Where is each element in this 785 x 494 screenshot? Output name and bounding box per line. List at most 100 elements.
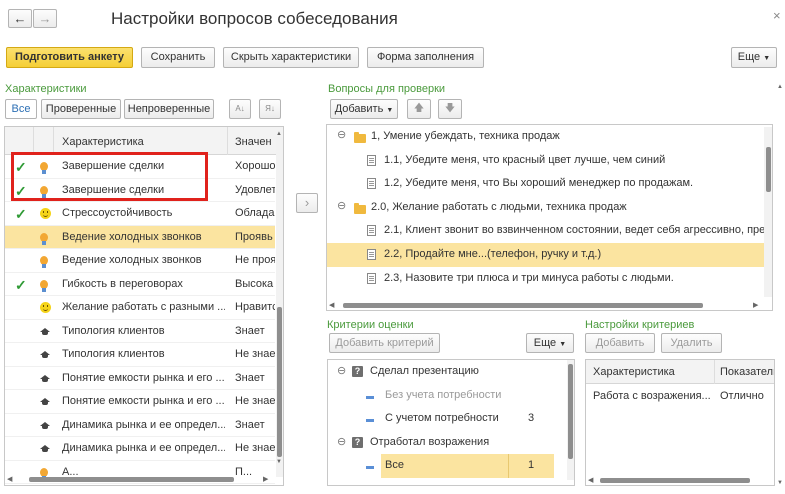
question-text: 1.1, Убедите меня, что красный цвет лучш… (384, 153, 666, 166)
column-header-characteristic[interactable]: Характеристика (593, 366, 675, 378)
fill-form-button[interactable]: Форма заполнения (367, 47, 484, 68)
cap-icon (40, 420, 50, 432)
scroll-thumb[interactable] (277, 307, 282, 457)
scroll-down-icon[interactable]: ▼ (276, 459, 282, 465)
prepare-questionnaire-button[interactable]: Подготовить анкету (6, 47, 133, 68)
table-row[interactable]: Типология клиентов Не знае (5, 343, 275, 367)
table-row[interactable]: ✓ Стрессоустойчивость Облада (5, 202, 275, 226)
move-up-button[interactable]: 🡅 (407, 99, 431, 119)
column-header-indicator[interactable]: Показатель (720, 366, 774, 378)
cap-icon (40, 349, 50, 361)
row-value: Проявь (235, 230, 273, 243)
question-row[interactable]: 2.1, Клиент звонит во взвинченном состоя… (327, 219, 764, 243)
question-text: 1, Умение убеждать, техника продаж (371, 130, 560, 142)
more-button[interactable]: Еще ▼ (731, 47, 777, 68)
criterion-text: Все (381, 454, 508, 478)
more-label: Еще (737, 51, 761, 63)
hide-characteristics-button[interactable]: Скрыть характеристики (223, 47, 359, 68)
table-row[interactable]: Типология клиентов Знает (5, 320, 275, 343)
criterion-row[interactable]: Все 1 (328, 454, 566, 478)
questions-tree[interactable]: ⊖ 1, Умение убеждать, техника продаж 1.1, … (326, 124, 773, 311)
table-row[interactable]: Ведение холодных звонков Не проя (5, 249, 275, 273)
page-title: Настройки вопросов собеседования (111, 9, 398, 28)
criteria-tree[interactable]: ⊖? Сделал презентацию Без учета потребност… (327, 359, 575, 486)
column-header-value[interactable]: Значен (235, 136, 275, 148)
criteria-more-button[interactable]: Еще ▼ (526, 333, 574, 353)
row-value: Не знае (235, 348, 275, 360)
collapse-icon[interactable]: ⊖ (337, 435, 346, 448)
filter-all-tab[interactable]: Все (5, 99, 37, 119)
add-criterion-button[interactable]: Добавить критерий (329, 333, 440, 353)
table-row[interactable]: Динамика рынка и ее определ... Не знае (5, 437, 275, 461)
collapse-icon[interactable]: ⊖ (337, 364, 346, 377)
cap-glyph (40, 350, 50, 358)
move-down-button[interactable]: 🡇 (438, 99, 462, 119)
add-setting-button[interactable]: Добавить (585, 333, 655, 353)
criterion-row[interactable]: С учетом потребности 3 (328, 407, 566, 431)
transfer-arrow-button[interactable]: › (296, 193, 318, 213)
dropdown-arrow-icon: ▼ (559, 341, 567, 348)
add-question-label: Добавить (334, 103, 384, 115)
question-row[interactable]: 2.2, Продайте мне...(телефон, ручку и т.… (327, 243, 764, 267)
delete-setting-button[interactable]: Удалить (661, 333, 722, 353)
criterion-value: 3 (528, 412, 535, 424)
close-icon[interactable]: × (773, 8, 781, 23)
characteristics-hscrollbar[interactable]: ◀ ▶ (5, 475, 275, 483)
question-row[interactable]: 1.2, Убедите меня, что Вы хороший менедж… (327, 172, 764, 196)
row-value: Удовлет (235, 183, 275, 196)
criterion-text: Сделал презентацию (370, 365, 479, 377)
settings-row[interactable]: Работа с возражения... Отлично (586, 384, 774, 408)
question-group-row[interactable]: ⊖ 1, Умение убеждать, техника продаж (327, 125, 764, 149)
scroll-up-icon[interactable]: ▲ (276, 131, 282, 137)
criterion-row[interactable]: Без учета потребности (328, 384, 566, 408)
save-button[interactable]: Сохранить (141, 47, 215, 68)
back-button[interactable]: ← (8, 9, 32, 28)
collapse-icon[interactable]: ⊖ (337, 130, 346, 141)
questions-vscrollbar[interactable] (764, 127, 772, 297)
table-row[interactable]: ✓ Гибкость в переговорах Высока (5, 273, 275, 296)
forward-button[interactable]: → (33, 9, 57, 28)
table-row[interactable]: Понятие емкости рынка и его ... Не знае (5, 390, 275, 414)
add-question-button[interactable]: Добавить ▼ (330, 99, 398, 119)
criteria-settings-table[interactable]: Характеристика Показатель Работа с возра… (585, 359, 775, 486)
characteristics-scrollbar[interactable]: ▲ ▼ (276, 131, 283, 477)
page-scrollbar-up-icon[interactable]: ▲ (777, 84, 783, 90)
dash-icon (366, 466, 374, 469)
row-value: Нравитс (235, 301, 275, 313)
row-value: Высока (235, 277, 274, 290)
row-characteristic: Ведение холодных звонков (62, 254, 202, 266)
criterion-group-row[interactable]: ⊖? Отработал возражения (328, 431, 566, 455)
question-group-row[interactable]: ⊖ 2.0, Желание работать с людьми, техника… (327, 196, 764, 220)
row-value: Знает (235, 418, 265, 431)
collapse-icon[interactable]: ⊖ (337, 200, 346, 212)
cap-glyph (40, 397, 50, 405)
row-characteristic: Динамика рынка и ее определ... (62, 418, 225, 431)
settings-row-indicator: Отлично (720, 390, 764, 402)
filter-unchecked-tab[interactable]: Непроверенные (124, 99, 214, 119)
medal-glyph (40, 256, 48, 268)
criteria-more-label: Еще (533, 337, 557, 349)
table-row[interactable]: Динамика рынка и ее определ... Знает (5, 414, 275, 437)
check-icon: ✓ (15, 206, 27, 222)
sort-descending-icon[interactable]: Я↓ (259, 99, 281, 119)
table-row[interactable]: Ведение холодных звонков Проявь (5, 225, 275, 249)
sort-ascending-icon[interactable]: А↓ (229, 99, 251, 119)
question-row[interactable]: 2.3, Назовите три плюса и три минуса раб… (327, 267, 764, 291)
question-row[interactable]: 1.1, Убедите меня, что красный цвет лучш… (327, 149, 764, 173)
questions-section-label: Вопросы для проверки (328, 83, 446, 95)
settings-hscrollbar[interactable]: ◀ (586, 476, 774, 484)
table-row[interactable]: Желание работать с разными ... Нравитс (5, 296, 275, 320)
questions-hscrollbar[interactable]: ◀ ▶ (327, 301, 764, 309)
criterion-group-row[interactable]: ⊖? Сделал презентацию (328, 360, 566, 384)
table-row[interactable]: Понятие емкости рынка и его ... Знает (5, 367, 275, 390)
settings-table-header: Характеристика Показатель (586, 360, 774, 384)
row-value: Знает (235, 371, 265, 384)
filter-checked-tab[interactable]: Проверенные (41, 99, 121, 119)
column-header-characteristic[interactable]: Характеристика (62, 136, 144, 148)
page-scrollbar-down-icon[interactable]: ▼ (777, 480, 783, 486)
question-text: 2.2, Продайте мне...(телефон, ручку и т.… (384, 248, 602, 260)
medal-glyph (40, 232, 48, 245)
criterion-text: Отработал возражения (370, 435, 490, 448)
criteria-scrollbar[interactable] (567, 360, 574, 480)
cap-icon (40, 443, 50, 455)
